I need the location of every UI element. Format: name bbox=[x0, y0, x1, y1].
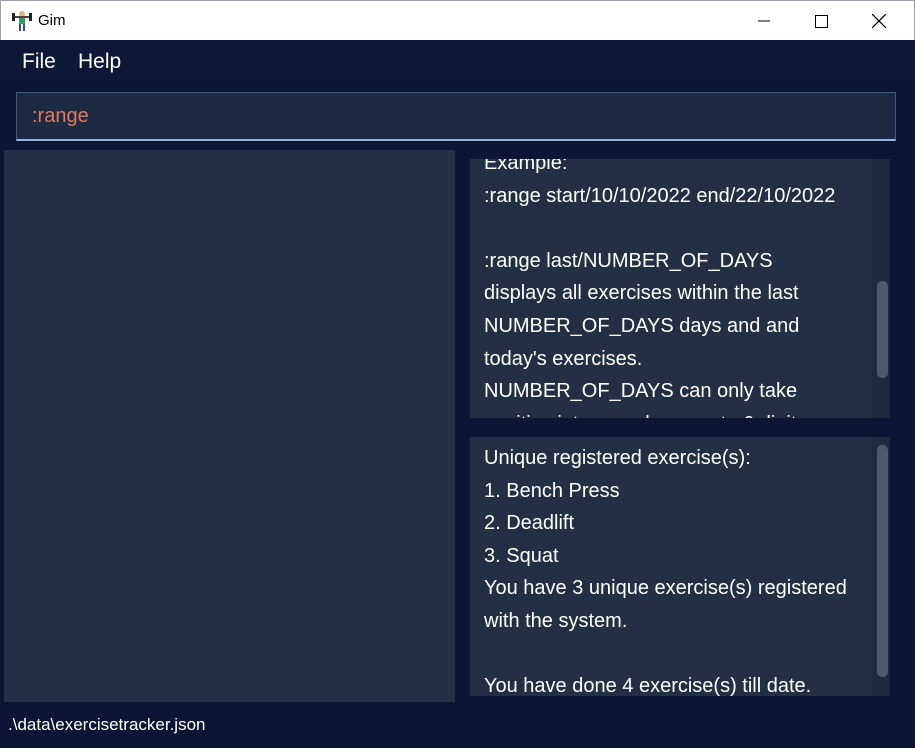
status-bar: .\data\exercisetracker.json bbox=[0, 703, 915, 748]
maximize-button[interactable] bbox=[792, 1, 850, 41]
result-display-text: Example: :range start/10/10/2022 end/22/… bbox=[484, 159, 836, 418]
exercise-info-text: Unique registered exercise(s): 1. Bench … bbox=[484, 447, 847, 696]
window-title: Gim bbox=[38, 12, 66, 29]
menu-help[interactable]: Help bbox=[78, 50, 121, 74]
data-file-path: .\data\exercisetracker.json bbox=[8, 715, 206, 734]
menu-file[interactable]: File bbox=[22, 50, 56, 74]
exercise-info-display[interactable]: Unique registered exercise(s): 1. Bench … bbox=[470, 437, 890, 696]
minimize-button[interactable] bbox=[735, 1, 793, 41]
maximize-icon bbox=[814, 14, 828, 28]
title-bar: Gim bbox=[0, 0, 915, 40]
menu-bar: File Help bbox=[0, 40, 915, 84]
minimize-icon bbox=[758, 20, 770, 22]
dumbbell-icon bbox=[11, 10, 33, 32]
exercise-list-panel[interactable] bbox=[4, 150, 455, 702]
result-scrollbar[interactable] bbox=[872, 159, 890, 418]
result-display[interactable]: Example: :range start/10/10/2022 end/22/… bbox=[470, 159, 890, 418]
info-scrollbar[interactable] bbox=[872, 437, 890, 696]
close-icon bbox=[872, 14, 886, 28]
result-scrollbar-thumb[interactable] bbox=[877, 281, 888, 378]
command-input[interactable]: :range bbox=[16, 92, 896, 141]
info-scrollbar-thumb[interactable] bbox=[877, 445, 888, 677]
close-button[interactable] bbox=[850, 1, 908, 41]
app-window: Gim File Help :range Example: :range sta… bbox=[0, 0, 915, 748]
command-input-text: :range bbox=[32, 105, 89, 127]
